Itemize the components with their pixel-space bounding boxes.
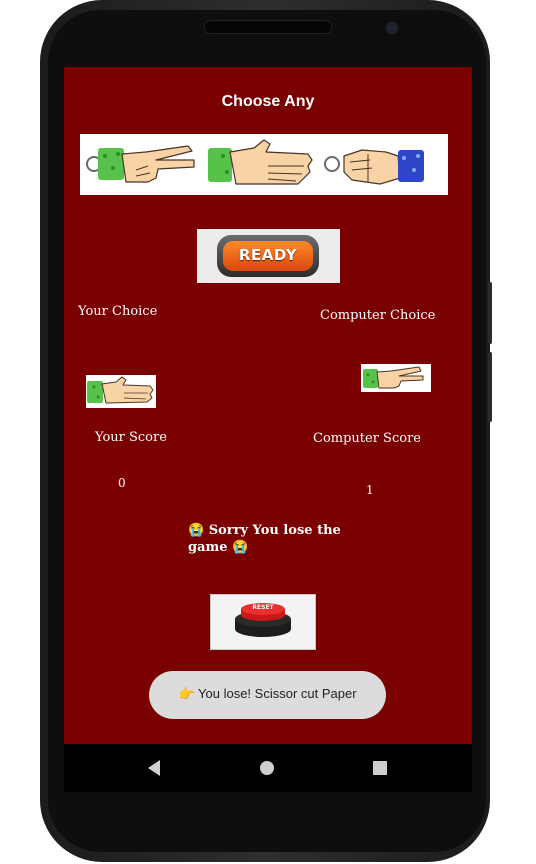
ready-label: READY: [238, 246, 298, 264]
your-choice-label: Your Choice: [78, 304, 158, 319]
option-scissor[interactable]: [80, 134, 208, 195]
computer-score-label: Computer Score: [313, 431, 421, 446]
toast-text: 👉 You lose! Scissor cut Paper: [178, 686, 357, 701]
recents-icon[interactable]: [373, 761, 387, 775]
reset-label: RESET: [252, 604, 274, 611]
earpiece-speaker: [204, 20, 332, 34]
your-choice-image: [86, 375, 156, 408]
ready-button[interactable]: READY: [197, 229, 340, 283]
your-score-value: 0: [118, 476, 126, 490]
system-navigation-bar: [64, 744, 472, 792]
home-icon[interactable]: [259, 760, 275, 776]
paper-hand-icon: [87, 376, 154, 404]
computer-choice-label: Computer Choice: [320, 308, 436, 323]
radio-rock[interactable]: [324, 156, 340, 172]
option-rock[interactable]: [318, 134, 448, 195]
page-title: Choose Any: [221, 93, 315, 110]
ready-button-frame: READY: [217, 235, 319, 277]
paper-hand-icon: [208, 139, 313, 185]
computer-score-value: 1: [366, 483, 374, 497]
front-camera: [384, 20, 400, 36]
back-icon[interactable]: [146, 759, 162, 777]
computer-choice-image: [361, 364, 431, 392]
volume-button: [488, 352, 492, 422]
reset-button[interactable]: RESET: [210, 594, 316, 650]
app-screen: Choose Any READY Your Choice Computer Ch…: [64, 67, 472, 744]
choice-group: [80, 134, 448, 195]
your-score-label: Your Score: [95, 430, 167, 445]
scissor-hand-icon: [98, 145, 195, 183]
rock-hand-icon: [343, 149, 424, 185]
scissor-hand-icon: [363, 366, 424, 389]
toast-message: 👉 You lose! Scissor cut Paper: [149, 671, 386, 719]
result-message: 😭 Sorry You lose the game 😭: [188, 523, 341, 555]
option-paper[interactable]: [208, 134, 318, 195]
ready-button-face: READY: [223, 241, 313, 271]
power-button: [488, 282, 492, 344]
